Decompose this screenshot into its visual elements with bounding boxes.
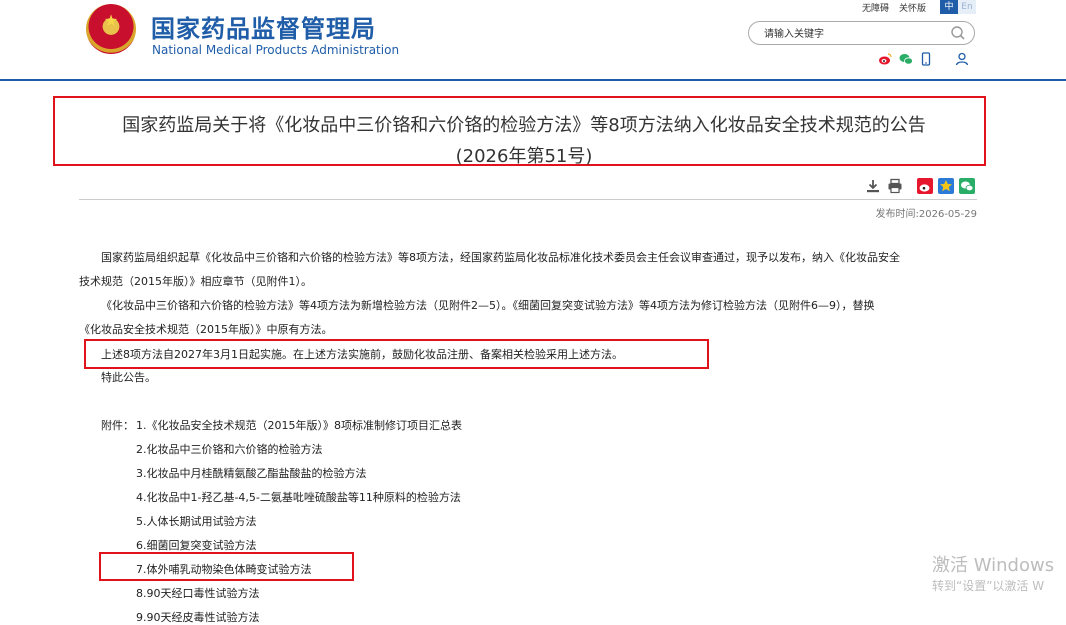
attachment-8-link[interactable]: 8.90天经口毒性试验方法 bbox=[136, 585, 260, 601]
national-emblem-logo[interactable]: ★ bbox=[86, 4, 136, 54]
accessibility-link[interactable]: 无障碍 bbox=[862, 4, 889, 14]
windows-activation-watermark: 激活 Windows bbox=[932, 555, 1055, 576]
article-title: 国家药监局关于将《化妆品中三价铬和六价铬的检验方法》等8项方法纳入化妆品安全技术… bbox=[122, 115, 926, 136]
header-divider bbox=[0, 79, 1066, 81]
lang-zh-button[interactable]: 中 bbox=[940, 0, 958, 14]
search-icon[interactable] bbox=[950, 25, 966, 41]
publish-date: 2026-05-29 bbox=[918, 209, 977, 220]
share-weibo-icon[interactable] bbox=[917, 178, 933, 194]
download-icon[interactable] bbox=[865, 178, 881, 194]
wechat-icon[interactable] bbox=[899, 52, 913, 66]
para1-line2: 技术规范（2015年版）》相应章节（见附件1）。 bbox=[79, 275, 312, 288]
print-icon[interactable] bbox=[887, 178, 903, 194]
share-qzone-icon[interactable] bbox=[938, 178, 954, 194]
care-mode-link[interactable]: 关怀版 bbox=[899, 4, 926, 14]
attachment-4-link[interactable]: 4.化妆品中1-羟乙基-4,5-二氨基吡唑硫酸盐等11种原料的检验方法 bbox=[136, 489, 461, 505]
top-links: 无障碍 关怀版 bbox=[862, 1, 936, 14]
attachment-2-link[interactable]: 2.化妆品中三价铬和六价铬的检验方法 bbox=[136, 441, 323, 457]
star-icon: ★ bbox=[103, 11, 119, 30]
share-wechat-icon[interactable] bbox=[959, 178, 975, 194]
mobile-icon[interactable] bbox=[919, 52, 933, 66]
para1-line1: 国家药监局组织起草《化妆品中三价铬和六价铬的检验方法》等8项方法，经国家药监局化… bbox=[101, 251, 900, 264]
search-input[interactable] bbox=[762, 25, 946, 43]
attachment-3-link[interactable]: 3.化妆品中月桂酰精氨酸乙酯盐酸盐的检验方法 bbox=[136, 465, 367, 481]
attachments-label: 附件： bbox=[101, 419, 134, 432]
para4: 特此公告。 bbox=[101, 371, 156, 384]
search-box bbox=[748, 21, 975, 45]
attachment-1-link[interactable]: 1.《化妆品安全技术规范（2015年版）》8项标准制修订项目汇总表 bbox=[136, 417, 462, 433]
publish-label: 发布时间: bbox=[875, 209, 919, 220]
article-title-number: (2026年第51号) bbox=[455, 146, 593, 167]
weibo-icon[interactable] bbox=[878, 52, 892, 66]
publish-time: 发布时间:2026-05-29 bbox=[820, 205, 978, 220]
para3: 上述8项方法自2027年3月1日起实施。在上述方法实施前，鼓励化妆品注册、备案相… bbox=[101, 348, 623, 361]
attachment-9-link[interactable]: 9.90天经皮毒性试验方法 bbox=[136, 609, 260, 625]
site-title[interactable]: 国家药品监督管理局 bbox=[151, 9, 376, 44]
site-subtitle: National Medical Products Administration bbox=[152, 43, 400, 57]
content-divider bbox=[79, 199, 977, 200]
lang-en-button[interactable]: En bbox=[958, 0, 976, 14]
attachment-5-link[interactable]: 5.人体长期试用试验方法 bbox=[136, 513, 257, 529]
attachment-7-link[interactable]: 7.体外哺乳动物染色体畸变试验方法 bbox=[136, 561, 312, 577]
attachment-6-link[interactable]: 6.细菌回复突变试验方法 bbox=[136, 537, 257, 553]
user-icon[interactable] bbox=[955, 52, 969, 66]
para2-line2: 《化妆品安全技术规范（2015年版）》中原有方法。 bbox=[79, 323, 333, 336]
para2-line1: 《化妆品中三价铬和六价铬的检验方法》等4项方法为新增检验方法（见附件2—5）。《… bbox=[101, 299, 875, 312]
windows-activation-hint: 转到“设置”以激活 W bbox=[932, 579, 1045, 593]
